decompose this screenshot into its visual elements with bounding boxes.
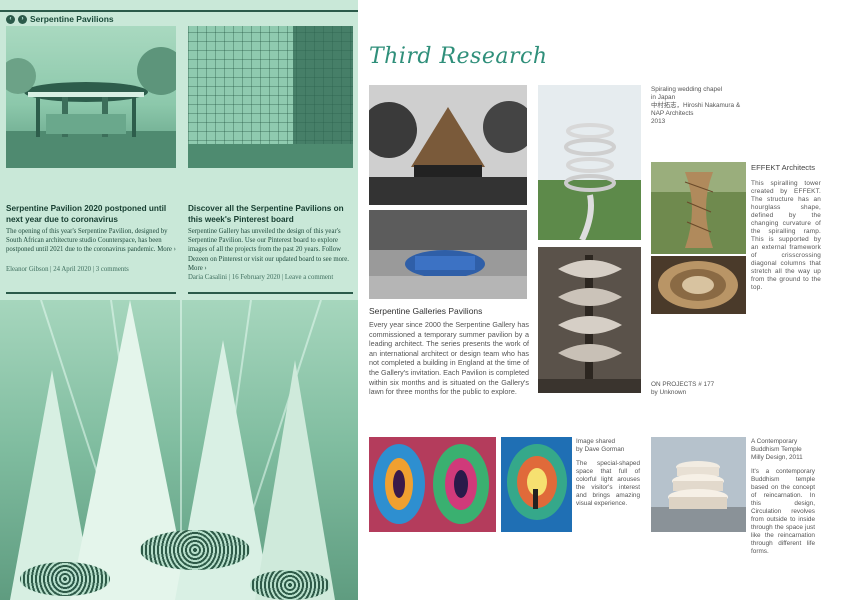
- effekt-title: EFFEKT Architects: [751, 163, 816, 172]
- serpentine-pavilion-photo-2: [369, 210, 527, 299]
- chapel-caption: Spiraling wedding chapel in Japan 中村拓志，H…: [651, 86, 751, 126]
- serpentine-pavilion-photo-1: [369, 85, 527, 205]
- effekt-interior-drawing: [651, 256, 746, 314]
- temple-line: A Contemporary: [751, 438, 798, 445]
- post-1-title[interactable]: Serpentine Pavilion 2020 postponed until…: [6, 204, 178, 225]
- clipping-header: ‹ › Serpentine Pavilions: [6, 14, 114, 24]
- temple-line: Milly Design, 2011: [751, 454, 803, 461]
- on-projects-line: by Unknown: [651, 389, 687, 396]
- next-arrow-icon[interactable]: ›: [18, 14, 27, 24]
- on-projects-caption: ON PROJECTS # 177 by Unknown: [651, 381, 751, 397]
- pavilion-2020-photo: [6, 26, 176, 168]
- clipping-header-label: Serpentine Pavilions: [30, 14, 114, 24]
- post-1-divider: [6, 292, 176, 294]
- light-tunnel-drawing-2: [501, 437, 572, 532]
- effekt-tower-drawing: [651, 162, 746, 254]
- prev-arrow-icon[interactable]: ‹: [6, 14, 15, 24]
- white-cone: [255, 360, 335, 600]
- patterned-floor-disc: [20, 562, 110, 596]
- buddhism-temple-photo: [651, 437, 746, 532]
- dezeen-clipping: ‹ › Serpentine Pavilions Serpentine Pavi…: [0, 0, 358, 300]
- patterned-floor-disc: [140, 530, 250, 570]
- post-1-meta: Eleanor Gibson | 24 April 2020 | 3 comme…: [6, 266, 129, 273]
- spiral-chapel-drawing: [538, 85, 641, 240]
- effekt-caption: EFFEKT Architects This spiralling tower …: [751, 164, 821, 292]
- gorman-line: by Dave Gorman: [576, 446, 625, 453]
- temple-line: Buddhism Temple: [751, 446, 802, 453]
- temple-description: It's a contemporary Buddhism temple base…: [751, 468, 815, 555]
- post-1-body: The opening of this year's Serpentine Pa…: [6, 228, 176, 254]
- chapel-caption-line: Spiraling wedding chapel: [651, 86, 723, 93]
- spiral-staircase-drawing: [538, 247, 641, 393]
- top-rule: [0, 10, 358, 12]
- effekt-tower-interior-photo: [651, 256, 746, 314]
- post-2-meta: Daria Casalini | 16 February 2020 | Leav…: [188, 274, 334, 281]
- light-tunnel-drawing-1: [369, 437, 496, 532]
- spiral-staircase-photo: [538, 247, 641, 393]
- light-tunnel-photo-2: [501, 437, 572, 532]
- cone-pavilion-drawing: [369, 85, 527, 205]
- gorman-line: Image shared: [576, 438, 616, 445]
- temple-caption: A Contemporary Buddhism Temple Milly Des…: [751, 438, 815, 556]
- post-2-title[interactable]: Discover all the Serpentine Pavilions on…: [188, 204, 354, 225]
- on-projects-line: ON PROJECTS # 177: [651, 381, 715, 388]
- post-2-body: Serpentine Gallery has unveiled the desi…: [188, 228, 350, 272]
- effekt-description: This spiralling tower created by EFFEKT.…: [751, 180, 821, 291]
- chapel-caption-line: 中村拓志，Hiroshi Nakamura &: [651, 102, 741, 109]
- chapel-caption-line: NAP Architects: [651, 110, 694, 117]
- serpentine-clipping: ‹ › Serpentine Pavilions Serpentine Pavi…: [0, 0, 358, 600]
- pavilion-2020-drawing: [6, 47, 176, 168]
- gorman-caption: Image shared by Dave Gorman The special-…: [576, 438, 640, 508]
- light-tunnel-photo-1: [369, 437, 496, 532]
- gorman-description: The special-shaped space that full of co…: [576, 460, 640, 507]
- chapel-caption-line: in Japan: [651, 94, 676, 101]
- grid-pavilion-photo: [188, 26, 353, 168]
- spiral-chapel-photo: [538, 85, 641, 240]
- grid-pavilion-trees: [188, 26, 353, 168]
- temple-drawing: [651, 437, 746, 532]
- atrium-cones-photo: [0, 300, 358, 600]
- serpentine-description: Every year since 2000 the Serpentine Gal…: [369, 320, 529, 397]
- chapel-caption-line: 2013: [651, 118, 666, 125]
- serpentine-title: Serpentine Galleries Pavilions: [369, 306, 483, 316]
- patterned-floor-disc: [250, 570, 330, 600]
- blue-pavilion-drawing: [369, 210, 527, 299]
- effekt-tower-photo: [651, 162, 746, 254]
- post-2-divider: [188, 292, 353, 294]
- page-title: Third Research: [369, 44, 548, 69]
